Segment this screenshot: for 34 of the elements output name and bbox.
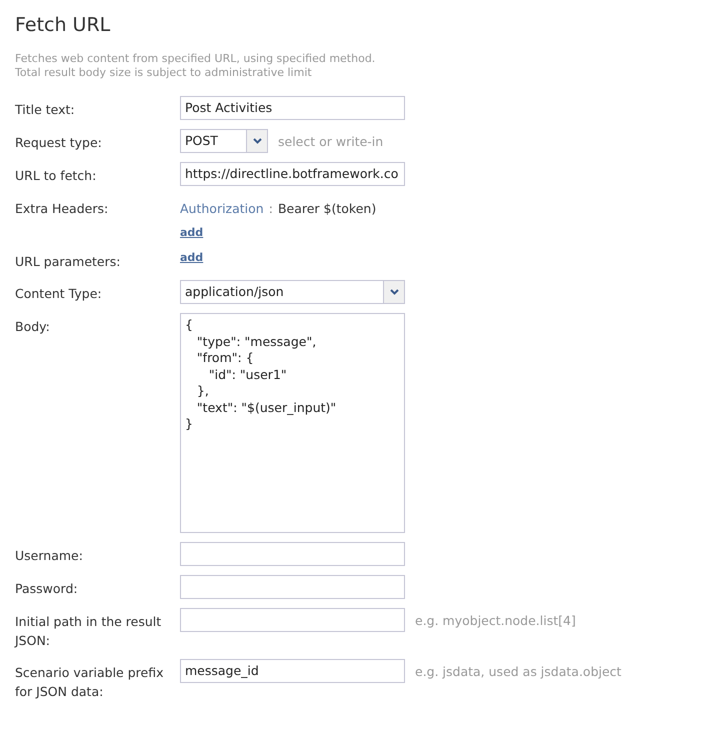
add-link[interactable]: add: [180, 226, 204, 239]
input-field[interactable]: https://directline.botframework.co: [180, 162, 405, 186]
field-label: Initial path in the result JSON:: [15, 613, 162, 650]
input-field[interactable]: [180, 575, 405, 599]
hint-text: select or write-in: [278, 134, 384, 148]
header-separator: :: [268, 201, 273, 216]
description-text: Total result body size is subject to administrative limit: [15, 66, 313, 80]
field-label: Content Type:: [15, 285, 103, 303]
field-label: URL parameters:: [15, 253, 122, 271]
input-field[interactable]: [180, 608, 405, 632]
field-label: Request type:: [15, 134, 103, 152]
add-link[interactable]: add: [180, 251, 204, 264]
chevron-down-icon: [252, 138, 262, 144]
field-label: Body:: [15, 318, 51, 336]
field-label: URL to fetch:: [15, 167, 98, 185]
body-textarea[interactable]: { "type": "message", "from": { "id": "user1" }, "text": "$(user_input)" }: [180, 313, 405, 533]
chevron-down-icon: [390, 289, 398, 295]
content-type-select[interactable]: application/json: [180, 280, 405, 304]
field-label: Username:: [15, 547, 84, 565]
hint-text: e.g. jsdata, used as jsdata.object: [415, 664, 622, 678]
request-type-combo[interactable]: POST: [180, 129, 268, 153]
header-name: Authorization: [180, 201, 264, 216]
dropdown-button[interactable]: [246, 130, 267, 152]
input-field[interactable]: [180, 542, 405, 566]
input-field[interactable]: message_id: [180, 659, 405, 683]
hint-text: e.g. myobject.node.list[4]: [415, 612, 576, 628]
page-title: Fetch URL: [15, 14, 112, 36]
description-text: Fetches web content from specified URL, using specified method.: [15, 52, 376, 66]
input-field[interactable]: Post Activities: [180, 96, 405, 120]
field-label: Password:: [15, 580, 79, 598]
header-value: Bearer $(token): [278, 201, 376, 216]
field-label: Extra Headers:: [15, 200, 110, 218]
field-label: Scenario variable prefix for JSON data:: [15, 664, 164, 701]
field-label: Title text:: [15, 101, 76, 119]
